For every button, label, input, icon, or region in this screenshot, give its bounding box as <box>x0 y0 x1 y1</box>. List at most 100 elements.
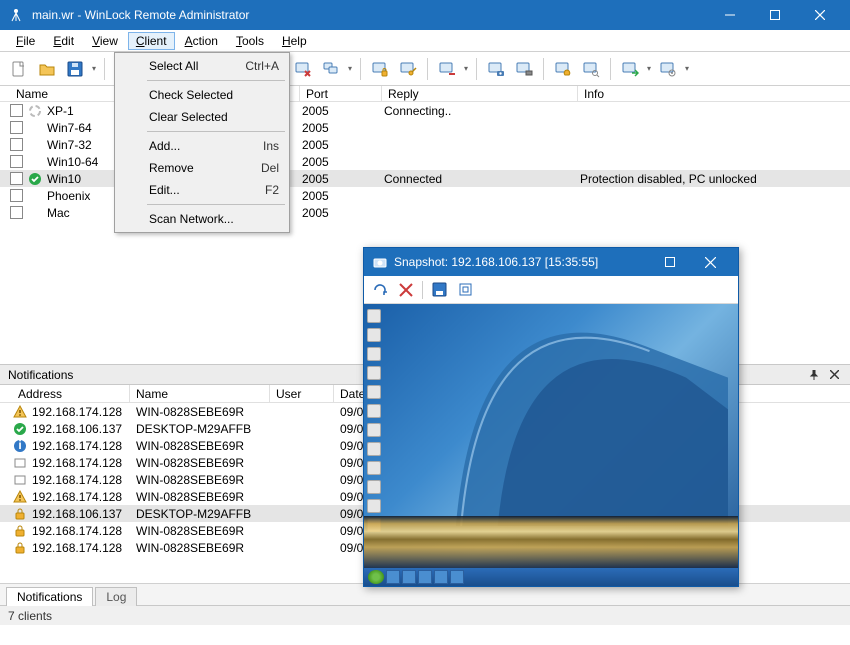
notif-address: 192.168.174.128 <box>32 490 136 504</box>
notif-name: DESKTOP-M29AFFB <box>136 422 276 436</box>
save-snapshot-icon[interactable] <box>429 280 449 300</box>
menu-help[interactable]: Help <box>274 32 315 50</box>
client-reply: Connecting.. <box>384 104 580 118</box>
client-port: 2005 <box>302 172 384 186</box>
notif-name: WIN-0828SEBE69R <box>136 541 276 555</box>
menu-clear-selected[interactable]: Clear Selected <box>117 106 287 128</box>
check-icon <box>12 421 28 437</box>
checkbox[interactable] <box>10 155 23 168</box>
menu-action[interactable]: Action <box>177 32 226 50</box>
power-dropdown-icon[interactable]: ▾ <box>462 64 470 73</box>
checkbox[interactable] <box>10 189 23 202</box>
snapshot-viewport <box>364 304 738 586</box>
check-red-icon[interactable] <box>290 56 316 82</box>
menu-client[interactable]: Client <box>128 32 175 50</box>
ncol-address[interactable]: Address <box>12 385 130 402</box>
monitor-group-dropdown-icon[interactable]: ▾ <box>346 64 354 73</box>
maximize-button[interactable] <box>752 0 797 30</box>
close-panel-icon[interactable] <box>826 367 842 383</box>
menu-tools[interactable]: Tools <box>228 32 272 50</box>
status-text: 7 clients <box>8 609 52 623</box>
titlebar: main.wr - WinLock Remote Administrator <box>0 0 850 30</box>
notif-address: 192.168.174.128 <box>32 541 136 555</box>
pin-icon[interactable] <box>806 367 822 383</box>
settings-icon[interactable] <box>655 56 681 82</box>
snapshot-close-button[interactable] <box>690 248 730 276</box>
notif-name: WIN-0828SEBE69R <box>136 490 276 504</box>
lock-icon[interactable] <box>367 56 393 82</box>
power-minus-icon[interactable] <box>434 56 460 82</box>
transfer-dropdown-icon[interactable]: ▾ <box>645 64 653 73</box>
check-icon <box>27 171 43 187</box>
key-icon[interactable] <box>395 56 421 82</box>
client-port: 2005 <box>302 189 384 203</box>
snapshot-toolbar <box>364 276 738 304</box>
lock-icon <box>12 523 28 539</box>
notif-address: 192.168.106.137 <box>32 507 136 521</box>
camera-icon <box>372 254 388 270</box>
transfer-icon[interactable] <box>617 56 643 82</box>
menubar: File Edit View Client Action Tools Help <box>0 30 850 52</box>
status-bar: 7 clients <box>0 605 850 625</box>
lock-icon <box>12 506 28 522</box>
tab-log[interactable]: Log <box>95 587 137 606</box>
notif-name: WIN-0828SEBE69R <box>136 473 276 487</box>
checkbox[interactable] <box>10 172 23 185</box>
menu-scan-network[interactable]: Scan Network... <box>117 208 287 230</box>
menu-add[interactable]: Add...Ins <box>117 135 287 157</box>
loading-icon <box>27 103 43 119</box>
col-info[interactable]: Info <box>578 86 850 101</box>
checkbox[interactable] <box>10 121 23 134</box>
none-icon <box>27 137 43 153</box>
menu-file[interactable]: File <box>8 32 43 50</box>
close-button[interactable] <box>797 0 842 30</box>
menu-select-all[interactable]: Select AllCtrl+A <box>117 55 287 77</box>
client-info: Protection disabled, PC unlocked <box>580 172 850 186</box>
menu-view[interactable]: View <box>84 32 126 50</box>
new-icon[interactable] <box>6 56 32 82</box>
svg-text:i: i <box>18 439 21 452</box>
monitor-group-icon[interactable] <box>318 56 344 82</box>
notif-name: WIN-0828SEBE69R <box>136 524 276 538</box>
usb-icon[interactable] <box>511 56 537 82</box>
save-icon[interactable] <box>62 56 88 82</box>
col-port[interactable]: Port <box>300 86 382 101</box>
refresh-icon[interactable] <box>370 280 390 300</box>
ncol-name[interactable]: Name <box>130 385 270 402</box>
client-port: 2005 <box>302 138 384 152</box>
col-reply[interactable]: Reply <box>382 86 578 101</box>
settings-dropdown-icon[interactable]: ▾ <box>683 64 691 73</box>
snapshot-titlebar[interactable]: Snapshot: 192.168.106.137 [15:35:55] <box>364 248 738 276</box>
none-icon <box>27 154 43 170</box>
none-icon <box>27 188 43 204</box>
ncol-user[interactable]: User <box>270 385 334 402</box>
client-reply: Connected <box>384 172 580 186</box>
camera-icon[interactable] <box>483 56 509 82</box>
stop-icon[interactable] <box>396 280 416 300</box>
minimize-button[interactable] <box>707 0 752 30</box>
checkbox[interactable] <box>10 206 23 219</box>
fit-icon[interactable] <box>455 280 475 300</box>
snapshot-maximize-button[interactable] <box>650 248 690 276</box>
notif-address: 192.168.174.128 <box>32 405 136 419</box>
open-icon[interactable] <box>34 56 60 82</box>
notif-name: WIN-0828SEBE69R <box>136 405 276 419</box>
notif-address: 192.168.174.128 <box>32 524 136 538</box>
menu-edit[interactable]: Edit <box>45 32 82 50</box>
none-icon <box>27 205 43 221</box>
notif-name: DESKTOP-M29AFFB <box>136 507 276 521</box>
notif-address: 192.168.174.128 <box>32 456 136 470</box>
app-icon <box>8 7 24 23</box>
tab-notifications[interactable]: Notifications <box>6 587 93 606</box>
menu-check-selected[interactable]: Check Selected <box>117 84 287 106</box>
menu-edit-item[interactable]: Edit...F2 <box>117 179 287 201</box>
snapshot-window[interactable]: Snapshot: 192.168.106.137 [15:35:55] <box>363 247 739 587</box>
client-port: 2005 <box>302 155 384 169</box>
none-icon <box>27 120 43 136</box>
checkbox[interactable] <box>10 138 23 151</box>
search-icon[interactable] <box>578 56 604 82</box>
bell-icon[interactable] <box>550 56 576 82</box>
menu-remove[interactable]: RemoveDel <box>117 157 287 179</box>
checkbox[interactable] <box>10 104 23 117</box>
save-dropdown-icon[interactable]: ▾ <box>90 64 98 73</box>
